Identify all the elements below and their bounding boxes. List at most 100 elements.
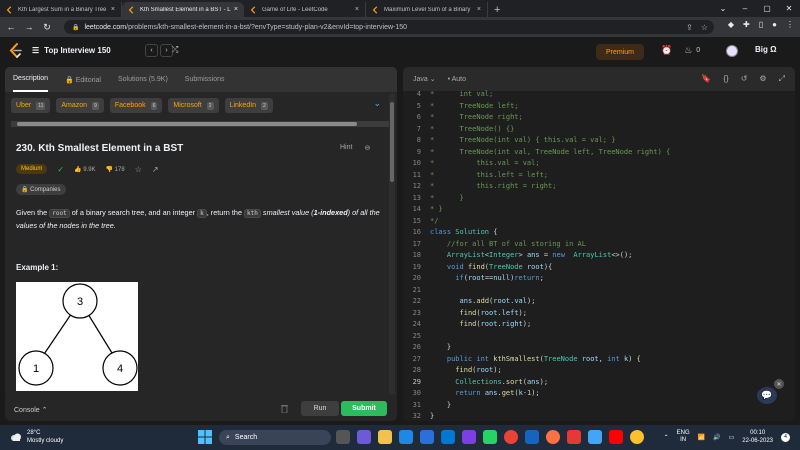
volume-icon[interactable]: 🔊 — [713, 434, 720, 441]
leetcode-logo-icon[interactable] — [9, 43, 23, 59]
code-line[interactable]: 11 * this.left = left; — [403, 170, 795, 182]
chrome-canary-icon[interactable] — [630, 430, 644, 444]
tab-editorial[interactable]: 🔒 Editorial — [65, 76, 101, 84]
chat-icon[interactable]: 💬 — [757, 387, 777, 404]
code-line[interactable]: 4 * int val; — [403, 89, 795, 101]
company-tag[interactable]: Facebook 6 — [109, 98, 163, 113]
whatsapp-icon[interactable] — [483, 430, 497, 444]
chevron-down-icon[interactable]: ⌄ — [373, 98, 381, 109]
sidepanel-icon[interactable]: ▯ — [759, 20, 763, 29]
prev-problem-button[interactable]: ‹ — [145, 44, 158, 57]
puzzle-icon[interactable]: ✚ — [743, 20, 750, 29]
minimize-button[interactable]: – — [734, 0, 756, 17]
code-line[interactable]: 18 ArrayList<Integer> ans = new ArrayLis… — [403, 250, 795, 262]
close-tab-icon[interactable]: × — [111, 6, 115, 13]
tab-submissions[interactable]: Submissions — [185, 76, 225, 83]
braces-icon[interactable]: {} — [723, 74, 728, 84]
description-scrollbar[interactable] — [389, 94, 395, 394]
language-select[interactable]: Java ⌄ — [413, 75, 436, 83]
tab-description[interactable]: Description — [13, 67, 49, 92]
code-line[interactable]: 32} — [403, 411, 795, 421]
code-line[interactable]: 8 * TreeNode(int val) { this.val = val; } — [403, 135, 795, 147]
task-view-icon[interactable] — [336, 430, 350, 444]
file-explorer-icon[interactable] — [378, 430, 392, 444]
chevron-up-icon[interactable]: ⌃ — [664, 434, 669, 441]
close-tab-icon[interactable]: × — [355, 6, 359, 13]
alarm-clock-icon[interactable]: ⏰ — [661, 45, 672, 56]
code-line[interactable]: 26 } — [403, 342, 795, 354]
code-line[interactable]: 5 * TreeNode left; — [403, 101, 795, 113]
company-tag[interactable]: Amazon 9 — [56, 98, 104, 113]
teams-icon[interactable] — [357, 430, 371, 444]
bookmark-star-icon[interactable]: ☆ — [701, 23, 708, 32]
code-line[interactable]: 29 Collections.sort(ans); — [403, 377, 795, 389]
dislike-button[interactable]: 👎 178 — [106, 166, 125, 173]
notification-badge[interactable]: 4 — [781, 432, 790, 442]
maximize-button[interactable]: ▢ — [756, 0, 778, 17]
company-tag[interactable]: Microsoft 2 — [168, 98, 219, 113]
taskbar-search[interactable]: ⌕ Search — [219, 430, 331, 445]
submit-button[interactable]: Submit — [341, 401, 387, 416]
store-icon[interactable] — [420, 430, 434, 444]
autocomplete-toggle[interactable]: • Auto — [448, 76, 466, 83]
battery-icon[interactable]: ▭ — [729, 434, 735, 441]
new-tab-button[interactable]: + — [494, 2, 500, 17]
reset-icon[interactable]: ↺ — [741, 74, 748, 84]
weather-widget[interactable]: 28°C Mostly cloudy — [10, 429, 63, 445]
code-line[interactable]: 13 * } — [403, 193, 795, 205]
code-line[interactable]: 21 — [403, 285, 795, 297]
code-line[interactable]: 9 * TreeNode(int val, TreeNode left, Tree… — [403, 147, 795, 159]
hint-link[interactable]: Hint — [340, 144, 352, 152]
firefox-icon[interactable] — [546, 430, 560, 444]
forward-button[interactable]: → — [22, 22, 36, 32]
code-line[interactable]: 10 * this.val = val; — [403, 158, 795, 170]
mail-icon[interactable] — [441, 430, 455, 444]
code-line[interactable]: 6 * TreeNode right; — [403, 112, 795, 124]
code-line[interactable]: 28 find(root); — [403, 365, 795, 377]
visual-studio-icon[interactable] — [462, 430, 476, 444]
fire-icon[interactable]: ♨ — [684, 45, 692, 56]
company-tag[interactable]: Uber 11 — [11, 98, 51, 113]
code-line[interactable]: 19 void find(TreeNode root){ — [403, 262, 795, 274]
extension-icon[interactable]: ◆ — [728, 20, 734, 29]
avatar[interactable] — [726, 45, 738, 57]
companies-button[interactable]: 🔒 Companies — [16, 184, 66, 195]
tab-search-icon[interactable]: ⌄ — [712, 0, 734, 17]
url-field[interactable]: 🔒 leetcode.com /problems/kth-smallest-el… — [64, 20, 714, 34]
edge-icon[interactable] — [399, 430, 413, 444]
horizontal-scrollbar[interactable] — [11, 121, 389, 127]
code-line[interactable]: 16 class Solution { — [403, 227, 795, 239]
menu-dots-icon[interactable]: ⋮ — [786, 20, 794, 29]
clock[interactable]: 00:10 22-06-2023 — [742, 429, 773, 445]
language-indicator[interactable]: ENG IN — [677, 430, 690, 444]
settings-circle-icon[interactable]: ⊖ — [364, 144, 370, 152]
fullscreen-icon[interactable]: ⤢ — [779, 74, 785, 84]
close-tab-icon[interactable]: × — [477, 6, 481, 13]
browser-tab[interactable]: Kth Largest Sum in a Binary Tree × — [0, 2, 122, 17]
company-tag[interactable]: LinkedIn 2 — [224, 98, 273, 113]
reload-button[interactable]: ↻ — [40, 22, 54, 33]
browser-tab[interactable]: Game of Life - LeetCode × — [244, 2, 366, 17]
user-brand[interactable]: Big Ω — [755, 45, 777, 54]
code-line[interactable]: 25 — [403, 331, 795, 343]
chrome-icon[interactable] — [504, 430, 518, 444]
vscode-icon[interactable] — [525, 430, 539, 444]
code-line[interactable]: 31 } — [403, 400, 795, 412]
close-fab-icon[interactable]: ✕ — [774, 379, 784, 389]
trash-icon[interactable] — [281, 404, 288, 413]
like-button[interactable]: 👍 9.9K — [74, 166, 95, 173]
code-line[interactable]: 20 if(root==null)return; — [403, 273, 795, 285]
share-icon[interactable]: ↗ — [152, 165, 159, 174]
youtube-icon[interactable] — [609, 430, 623, 444]
favorite-star-icon[interactable]: ☆ — [135, 165, 142, 174]
start-button[interactable] — [198, 430, 212, 444]
console-toggle[interactable]: Console ⌃ — [14, 406, 48, 414]
code-line[interactable]: 23 find(root.left); — [403, 308, 795, 320]
close-window-button[interactable]: ✕ — [778, 0, 800, 17]
tab-solutions[interactable]: Solutions (5.9K) — [118, 76, 168, 83]
code-line[interactable]: 24 find(root.right); — [403, 319, 795, 331]
code-line[interactable]: 12 * this.right = right; — [403, 181, 795, 193]
code-line[interactable]: 17 //for all BT of val storing in AL — [403, 239, 795, 251]
code-line[interactable]: 7 * TreeNode() {} — [403, 124, 795, 136]
code-line[interactable]: 27 public int kthSmallest(TreeNode root,… — [403, 354, 795, 366]
